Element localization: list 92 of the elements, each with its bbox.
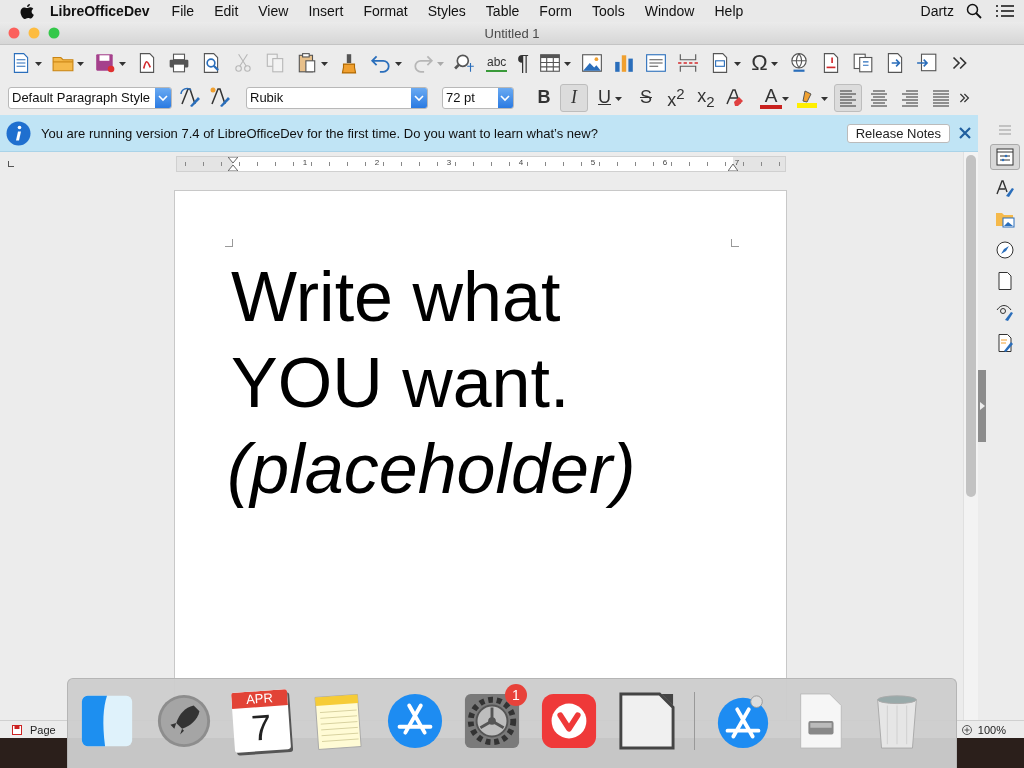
font-name-combo-box[interactable]: Rubik — [246, 86, 428, 109]
ruler-number: 6 — [662, 158, 668, 167]
ruler-number: 2 — [374, 158, 380, 167]
info-icon — [6, 120, 31, 146]
menu-item[interactable]: View — [248, 3, 299, 19]
ruler-number: 4 — [518, 158, 524, 167]
special-character-button[interactable]: Ω — [751, 51, 768, 74]
font-color-button[interactable]: A — [760, 86, 782, 109]
paragraph-style-combo-box[interactable]: Default Paragraph Style — [8, 86, 172, 109]
apple-logo-icon[interactable] — [20, 3, 34, 19]
chevron-down-icon — [158, 93, 169, 102]
ruler-number: 7 — [734, 158, 740, 167]
indent-marker-icon[interactable] — [228, 157, 238, 171]
page-label: Page — [30, 723, 56, 736]
image-icon[interactable] — [581, 51, 604, 74]
font-size-combo-box[interactable]: 72 pt — [442, 86, 514, 109]
styles-brush-icon — [995, 178, 1015, 198]
list-icon[interactable] — [996, 4, 1014, 18]
corner-mark — [8, 161, 14, 167]
save-status-icon — [12, 724, 22, 735]
document-text: YOU want. — [231, 343, 570, 424]
triangle-right-icon — [979, 402, 985, 410]
menu-item[interactable]: Styles — [417, 3, 476, 19]
document-text: (placeholder) — [227, 429, 636, 510]
save-toolbar-button[interactable] — [94, 51, 126, 74]
zoom-in-icon[interactable] — [961, 724, 972, 735]
eye-brush-icon — [995, 302, 1015, 322]
printer-icon[interactable] — [168, 51, 190, 74]
ruler-number: 3 — [446, 158, 452, 167]
menu-item[interactable]: Insert — [298, 3, 354, 19]
italic-button[interactable]: I — [560, 83, 588, 112]
dropdown-button[interactable] — [411, 87, 427, 108]
table-icon[interactable] — [539, 51, 562, 74]
dropdown-button[interactable] — [155, 87, 171, 108]
text-box-icon[interactable] — [645, 51, 668, 74]
page-icon — [995, 271, 1015, 291]
update-style-icon[interactable] — [178, 85, 202, 110]
app-menu[interactable]: LibreOfficeDev — [34, 3, 162, 19]
compass-icon — [995, 240, 1015, 260]
zoom-level[interactable]: 100% — [977, 723, 1006, 736]
menu-item[interactable]: Format — [353, 3, 418, 19]
corner-mark — [731, 239, 739, 247]
release-notes-button[interactable]: Release Notes — [846, 123, 950, 143]
menu-item[interactable]: Tools — [582, 3, 635, 19]
underline-button[interactable]: U — [590, 83, 630, 112]
ruler-number: 5 — [590, 158, 596, 167]
notification-badge: 1 — [505, 683, 527, 706]
scrollbar-thumb[interactable] — [966, 155, 976, 497]
corner-mark — [225, 239, 233, 247]
menu-item[interactable]: Window — [634, 3, 705, 19]
chevron-down-icon — [500, 93, 511, 102]
comment-icon[interactable] — [851, 51, 874, 74]
menu-item[interactable]: File — [161, 3, 205, 19]
menu-item[interactable]: Help — [704, 3, 754, 19]
formatting-marks-button[interactable]: ¶ — [517, 51, 530, 74]
window-title: Untitled 1 — [484, 25, 540, 41]
close-icon[interactable] — [958, 126, 972, 140]
calendar-icon[interactable]: APR 7 — [231, 688, 291, 753]
menu-item[interactable]: Edit — [204, 3, 249, 19]
menu-item[interactable]: Table — [475, 3, 530, 19]
paste-toolbar-button[interactable] — [296, 51, 328, 74]
subscript-button[interactable]: x$_{2}$ — [692, 83, 720, 112]
info-message: You are running version 7.4 of LibreOfficeDev for the first time. Do you want to learn what’s new? — [41, 125, 599, 141]
chevron-down-icon — [414, 93, 425, 102]
document-icon[interactable] — [617, 691, 675, 750]
dropdown-button[interactable] — [497, 87, 513, 108]
user-name[interactable]: Dartz — [908, 3, 966, 19]
document-pencil-icon — [995, 333, 1015, 353]
vivaldi-icon[interactable] — [540, 691, 598, 750]
right-margin-marker-icon[interactable] — [728, 163, 738, 171]
font-size-field[interactable]: 72 pt — [443, 87, 498, 108]
sidebar-collapse-handle[interactable] — [978, 370, 986, 442]
gear-icon[interactable] — [463, 691, 521, 750]
spelling-button[interactable]: abc — [486, 53, 508, 72]
strike-button[interactable]: S — [632, 83, 660, 112]
insert-document-icon[interactable] — [915, 51, 938, 74]
superscript-button[interactable]: x$^{2}$ — [662, 83, 690, 112]
special-toolbar-button[interactable]: Ω — [751, 51, 778, 74]
app-store-icon[interactable] — [386, 691, 444, 750]
page-break-icon[interactable] — [677, 51, 700, 74]
font-name-field[interactable]: Rubik — [247, 87, 412, 108]
clipboard-icon[interactable] — [296, 51, 318, 74]
dock-separator — [694, 691, 695, 750]
search-icon[interactable] — [966, 3, 982, 19]
new-style-icon[interactable] — [208, 85, 232, 110]
bold-button[interactable]: B — [530, 83, 558, 112]
menu-item[interactable]: Form — [529, 3, 582, 19]
document-text: Write what — [231, 257, 561, 338]
table-toolbar-button[interactable] — [539, 51, 572, 74]
properties-icon — [995, 147, 1015, 167]
ruler-number: 1 — [302, 158, 308, 167]
paragraph-style-field[interactable]: Default Paragraph Style — [9, 87, 156, 108]
